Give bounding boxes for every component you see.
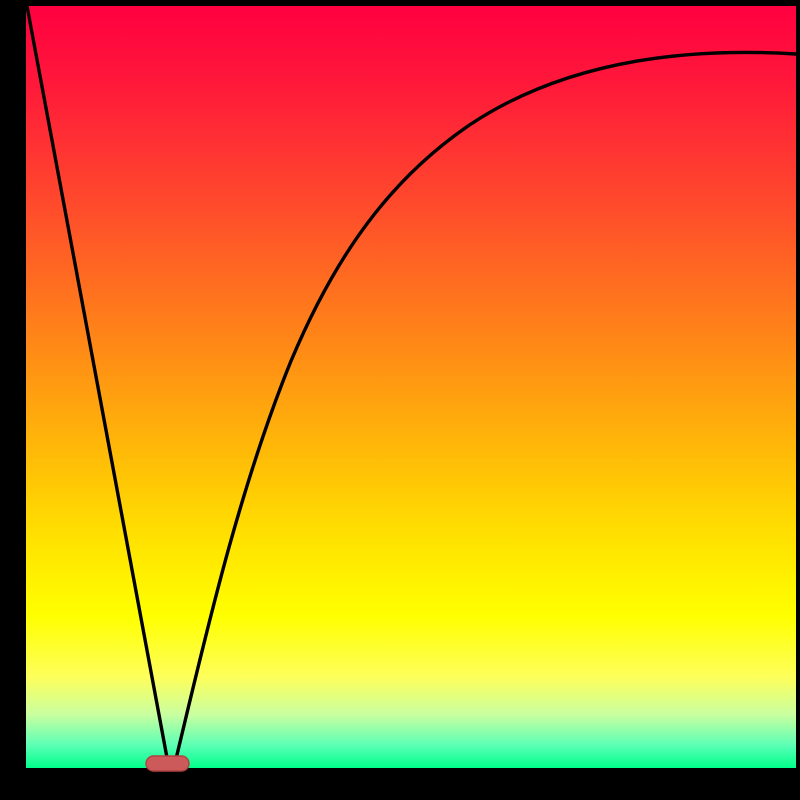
curve-layer bbox=[26, 6, 796, 768]
chart-stage: TheBottleneck.com bbox=[0, 0, 800, 800]
right-branch-curve bbox=[175, 52, 796, 763]
min-marker bbox=[146, 756, 189, 771]
left-branch-curve bbox=[27, 6, 168, 763]
plot-area bbox=[26, 6, 796, 768]
